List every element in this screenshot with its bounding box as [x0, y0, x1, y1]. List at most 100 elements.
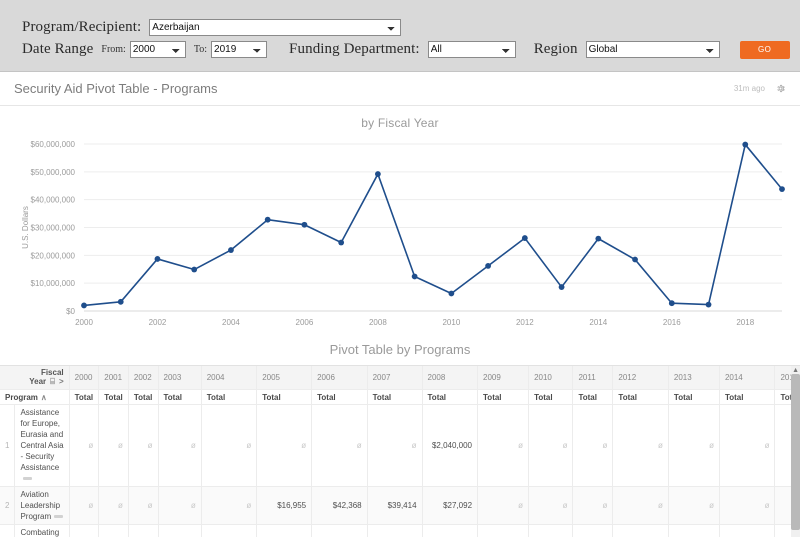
table-cell-value[interactable]: $39,414 [367, 486, 423, 525]
data-point[interactable] [264, 216, 271, 223]
column-header-year-2012[interactable]: 2012 [612, 366, 669, 390]
column-header-year-2001[interactable]: 2001 [98, 366, 129, 390]
table-cell-value[interactable]: $261,175 [668, 524, 720, 537]
pivot-corner-fiscal-year[interactable]: Fiscal Year ⌸ > [0, 366, 70, 390]
data-point[interactable] [705, 301, 712, 308]
column-header-year-2007[interactable]: 2007 [367, 366, 423, 390]
column-header-total[interactable]: Total [128, 389, 159, 405]
table-cell-value[interactable]: ø [201, 486, 258, 525]
table-cell-value[interactable]: ø [98, 404, 129, 487]
to-year-select[interactable]: 2019 [211, 41, 268, 58]
row-menu-icon[interactable] [54, 515, 64, 519]
data-point[interactable] [632, 256, 638, 263]
data-point[interactable] [521, 235, 528, 241]
table-cell-value[interactable]: $281,116 [256, 524, 313, 537]
table-cell-value[interactable]: $250,442 [719, 524, 776, 537]
table-cell-value[interactable]: ø [69, 524, 100, 537]
table-cell-value[interactable]: $111,749 [158, 524, 202, 537]
table-cell-value[interactable]: $188,490 [477, 524, 530, 537]
data-point[interactable] [301, 221, 308, 228]
column-header-total[interactable]: Total [311, 389, 368, 405]
table-cell-value[interactable]: ø [158, 404, 202, 487]
column-header-total[interactable]: Total [367, 389, 423, 405]
table-row[interactable]: 3 Combating Terrorism Fellowship Program ø… [0, 524, 800, 537]
from-year-select[interactable]: 2000 [129, 41, 186, 58]
gear-icon[interactable] [775, 83, 786, 94]
table-cell-value[interactable]: ø [528, 404, 574, 487]
table-cell-value[interactable]: $64,321 [572, 524, 614, 537]
data-point[interactable] [191, 266, 198, 273]
column-header-total[interactable]: Total [158, 389, 202, 405]
data-point[interactable] [595, 235, 602, 242]
table-cell-value[interactable]: $176,611 [311, 524, 368, 537]
column-header-total[interactable]: Total [256, 389, 313, 405]
column-header-year-2013[interactable]: 2013 [668, 366, 720, 390]
data-point[interactable] [448, 290, 455, 297]
column-header-year-2009[interactable]: 2009 [477, 366, 530, 390]
table-cell-value[interactable]: ø [256, 404, 313, 487]
table-row[interactable]: 1 Assistance for Europe, Eurasia and Cent… [0, 404, 800, 487]
table-cell-value[interactable]: ø [572, 486, 614, 525]
funding-department-select[interactable]: All [427, 41, 516, 58]
grid-toggle-icon[interactable]: ⌸ [50, 377, 55, 386]
table-cell-value[interactable]: $158,568 [422, 524, 479, 537]
table-cell-value[interactable]: ø [477, 404, 530, 487]
table-cell-value[interactable]: ø [98, 524, 129, 537]
column-header-total[interactable]: Total [668, 389, 720, 405]
column-header-total[interactable]: Total [477, 389, 530, 405]
column-header-year-2003[interactable]: 2003 [158, 366, 202, 390]
column-header-year-2014[interactable]: 2014 [719, 366, 776, 390]
table-cell-value[interactable]: $174,513 [367, 524, 423, 537]
table-cell-value[interactable]: $16,955 [256, 486, 313, 525]
table-cell-value[interactable]: ø [719, 404, 776, 487]
table-cell-value[interactable]: $2,040,000 [422, 404, 479, 487]
table-cell-value[interactable]: ø [668, 404, 720, 487]
column-header-year-2005[interactable]: 2005 [256, 366, 313, 390]
row-program-name[interactable]: Aviation Leadership Program [14, 486, 70, 525]
program-recipient-select[interactable]: Azerbaijan [149, 19, 402, 36]
table-cell-value[interactable]: ø [528, 486, 574, 525]
column-header-year-2011[interactable]: 2011 [572, 366, 614, 390]
table-cell-value[interactable]: ø [612, 486, 669, 525]
table-vertical-scrollbar[interactable]: ▲ [791, 366, 800, 537]
column-header-year-2000[interactable]: 2000 [69, 366, 100, 390]
column-header-total[interactable]: Total [422, 389, 479, 405]
data-point[interactable] [228, 247, 234, 253]
data-point[interactable] [411, 273, 418, 280]
go-button[interactable]: GO [739, 40, 790, 59]
data-point[interactable] [779, 186, 785, 192]
table-cell-value[interactable]: $286,635 [528, 524, 574, 537]
scroll-up-arrow-icon[interactable]: ▲ [792, 367, 799, 374]
column-header-year-2004[interactable]: 2004 [201, 366, 258, 390]
column-header-total[interactable]: Total [612, 389, 669, 405]
table-cell-value[interactable]: $222,815 [201, 524, 258, 537]
row-program-name[interactable]: Combating Terrorism Fellowship Program [14, 524, 70, 537]
row-menu-icon[interactable] [23, 477, 33, 481]
table-cell-value[interactable]: ø [128, 404, 159, 487]
column-header-total[interactable]: Total [98, 389, 129, 405]
table-cell-value[interactable]: ø [612, 404, 669, 487]
column-header-total[interactable]: Total [201, 389, 258, 405]
data-point[interactable] [558, 284, 565, 290]
table-scrollbar-thumb[interactable] [791, 374, 800, 530]
table-cell-value[interactable]: ø [69, 486, 100, 525]
region-select[interactable]: Global [585, 41, 720, 58]
data-point[interactable] [154, 256, 161, 262]
column-header-total[interactable]: Total [69, 389, 100, 405]
table-cell-value[interactable]: ø [128, 524, 159, 537]
data-point[interactable] [485, 263, 492, 269]
column-header-program[interactable]: Program ∧ [0, 389, 70, 405]
column-header-total[interactable]: Total [572, 389, 614, 405]
column-header-year-2008[interactable]: 2008 [422, 366, 479, 390]
table-row[interactable]: 2 Aviation Leadership Program ø ø ø ø ø $16,955… [0, 486, 800, 525]
table-cell-value[interactable]: $137,092 [612, 524, 669, 537]
table-cell-value[interactable]: ø [719, 486, 776, 525]
column-header-total[interactable]: Total [528, 389, 574, 405]
table-cell-value[interactable]: $27,092 [422, 486, 479, 525]
data-point[interactable] [668, 300, 675, 307]
pivot-table-viewport[interactable]: Fiscal Year ⌸ >2000 2001 2002 2003 2004 2005 200… [0, 365, 800, 537]
expand-chevron-icon[interactable]: > [59, 377, 64, 386]
data-point[interactable] [117, 298, 124, 305]
table-cell-value[interactable]: ø [158, 486, 202, 525]
table-cell-value[interactable]: ø [98, 486, 129, 525]
